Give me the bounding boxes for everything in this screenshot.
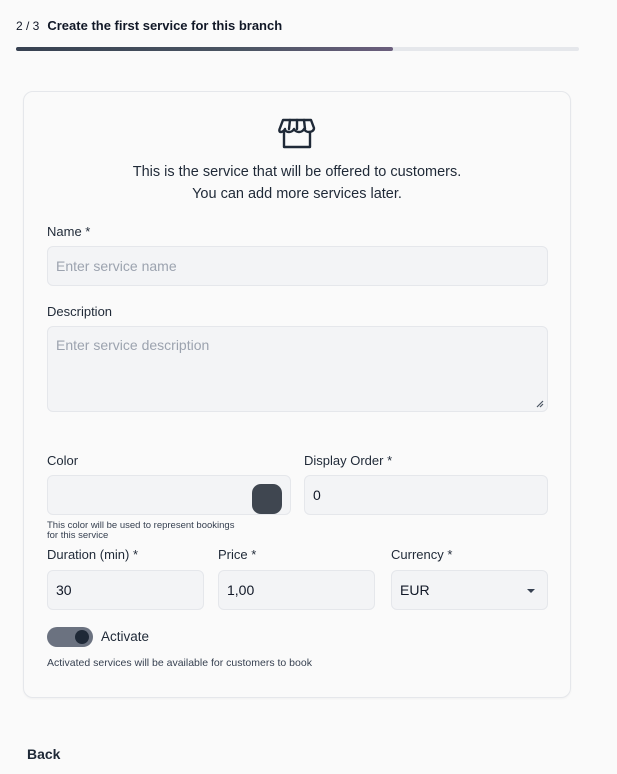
duration-label: Duration (min) * <box>47 547 139 562</box>
intro-line-2: You can add more services later. <box>192 186 402 202</box>
display-order-input[interactable] <box>304 475 548 515</box>
service-name-input[interactable] <box>47 246 548 286</box>
service-form-card: This is the service that will be offered… <box>23 91 571 698</box>
price-input[interactable] <box>218 570 375 610</box>
display-order-label: Display Order * <box>304 453 393 468</box>
activate-toggle[interactable] <box>47 627 93 647</box>
progress-bar-fill <box>16 47 394 51</box>
page-title: Create the first service for this branch <box>47 18 283 33</box>
step-counter: 2 / 3 <box>16 19 40 33</box>
toggle-knob <box>75 630 89 644</box>
storefront-icon <box>278 118 316 149</box>
duration-input[interactable] <box>47 570 204 610</box>
intro-text: This is the service that will be offered… <box>24 161 570 205</box>
wizard-header: 2 / 3 Create the first service for this … <box>16 18 282 33</box>
progress-bar <box>16 47 579 51</box>
color-picker-field[interactable] <box>47 475 291 515</box>
description-wrapper <box>47 326 548 412</box>
color-label: Color <box>47 453 79 468</box>
intro-line-1: This is the service that will be offered… <box>132 164 462 180</box>
currency-label: Currency * <box>391 547 453 562</box>
chevron-down-icon <box>527 589 535 593</box>
color-swatch[interactable] <box>252 484 282 514</box>
color-helper-text: This color will be used to represent boo… <box>47 521 234 541</box>
activate-label: Activate <box>101 629 150 644</box>
activate-helper-text: Activated services will be available for… <box>47 657 312 669</box>
currency-select[interactable]: EUR <box>391 570 548 610</box>
price-label: Price * <box>218 547 257 562</box>
service-description-input[interactable] <box>47 326 548 412</box>
back-button[interactable]: Back <box>27 746 60 762</box>
resize-handle-icon[interactable] <box>536 400 544 408</box>
description-label: Description <box>47 304 113 319</box>
color-helper-line-2: for this service <box>47 530 109 541</box>
currency-select-value: EUR <box>400 582 430 598</box>
name-label: Name * <box>47 224 91 239</box>
